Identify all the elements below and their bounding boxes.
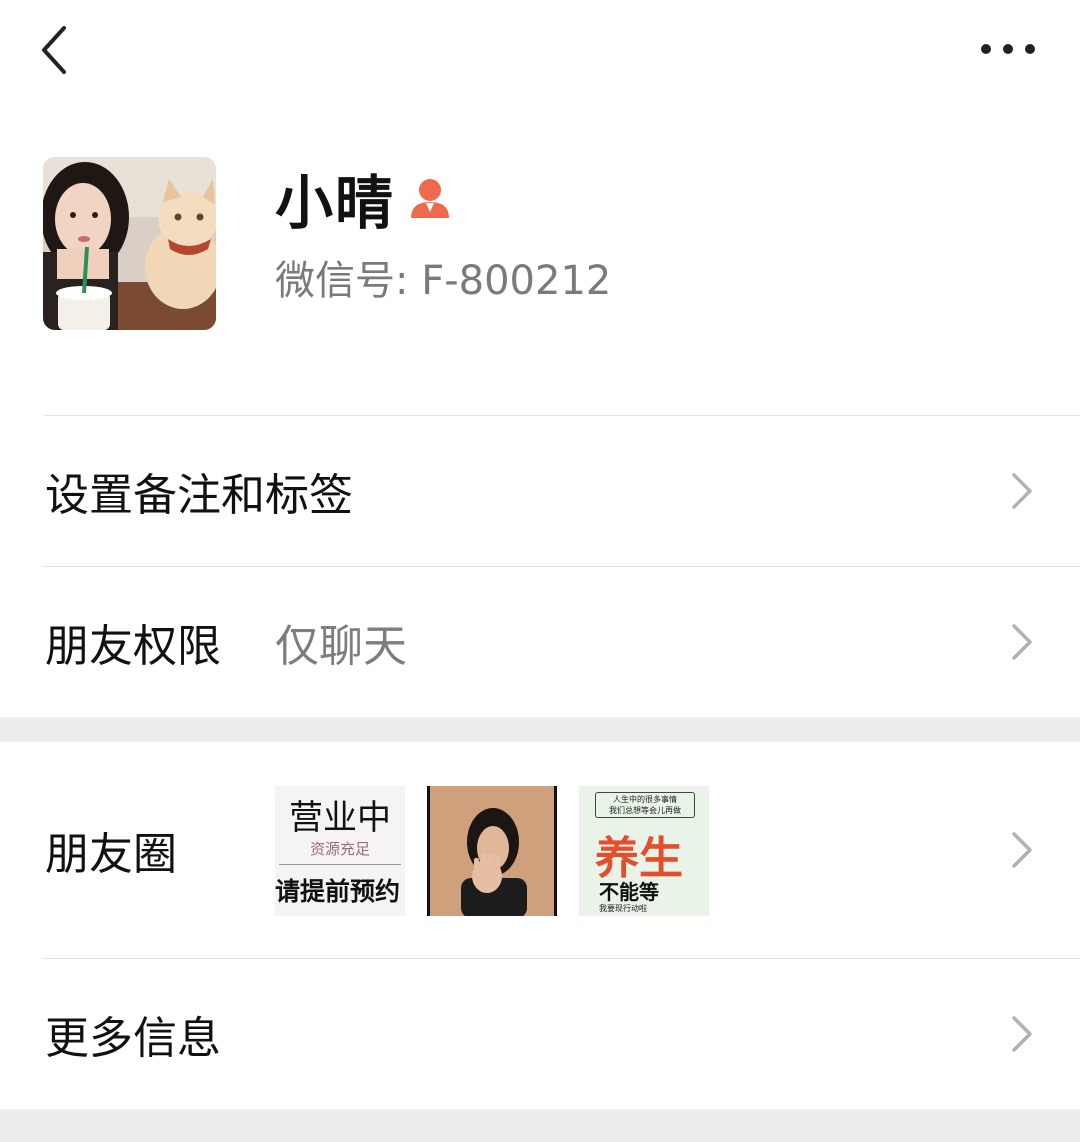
chevron-right-icon — [1012, 1016, 1032, 1052]
wechat-id: 微信号: F-800212 — [275, 248, 611, 306]
friend-permission-label: 朋友权限 — [45, 621, 221, 672]
thumb-top-text2: 我们总想等会儿再做 — [609, 806, 681, 815]
remark-tags-label: 设置备注和标签 — [45, 470, 353, 521]
thumb-text-line3: 请提前预约 — [275, 877, 401, 906]
thumb-top-text1: 人生中的很多事情 — [613, 795, 677, 804]
more-dots-icon[interactable] — [980, 34, 1036, 64]
name-row: 小晴 — [275, 162, 451, 237]
moments-thumbnails: 营业中 资源充足 请提前预约 人生中的很多事情 我们总想等会儿再做 养生 不能等… — [275, 786, 709, 916]
chevron-right-icon — [1012, 832, 1032, 868]
moments-thumb[interactable]: 人生中的很多事情 我们总想等会儿再做 养生 不能等 我要现行动啦 — [579, 786, 709, 916]
section-gap — [0, 717, 1080, 742]
chevron-right-icon — [1012, 624, 1032, 660]
wechat-id-value: F-800212 — [421, 258, 612, 304]
person-badge-icon — [411, 179, 450, 218]
remark-tags-row[interactable]: 设置备注和标签 — [0, 416, 1080, 566]
chevron-right-icon — [1012, 473, 1032, 509]
chevron-left-icon[interactable] — [34, 22, 78, 78]
thumb-mid-text: 不能等 — [599, 880, 659, 904]
thumb-top-caption: 人生中的很多事情 我们总想等会儿再做 — [595, 792, 695, 818]
thumb-small-text: 我要现行动啦 — [599, 904, 647, 913]
friend-permission-row[interactable]: 朋友权限 仅聊天 — [0, 567, 1080, 717]
moments-label: 朋友圈 — [45, 829, 177, 880]
profile-header: 小晴 微信号: F-800212 — [0, 100, 1080, 416]
moments-row[interactable]: 朋友圈 营业中 资源充足 请提前预约 人生中的很多事情 我们总想等会儿再做 养生… — [0, 742, 1080, 958]
moments-thumb[interactable] — [427, 786, 557, 916]
thumb-text-line1: 营业中 — [289, 798, 391, 838]
section-gap — [0, 1109, 1080, 1142]
friend-permission-value: 仅聊天 — [275, 621, 407, 672]
top-bar — [0, 0, 1080, 100]
moments-thumb[interactable]: 营业中 资源充足 请提前预约 — [275, 786, 405, 916]
contact-name: 小晴 — [275, 169, 396, 237]
more-info-row[interactable]: 更多信息 — [0, 959, 1080, 1109]
thumb-text-line2: 资源充足 — [309, 840, 370, 858]
more-info-label: 更多信息 — [45, 1013, 221, 1064]
wechat-id-label: 微信号: — [275, 258, 409, 304]
avatar[interactable] — [43, 157, 216, 330]
